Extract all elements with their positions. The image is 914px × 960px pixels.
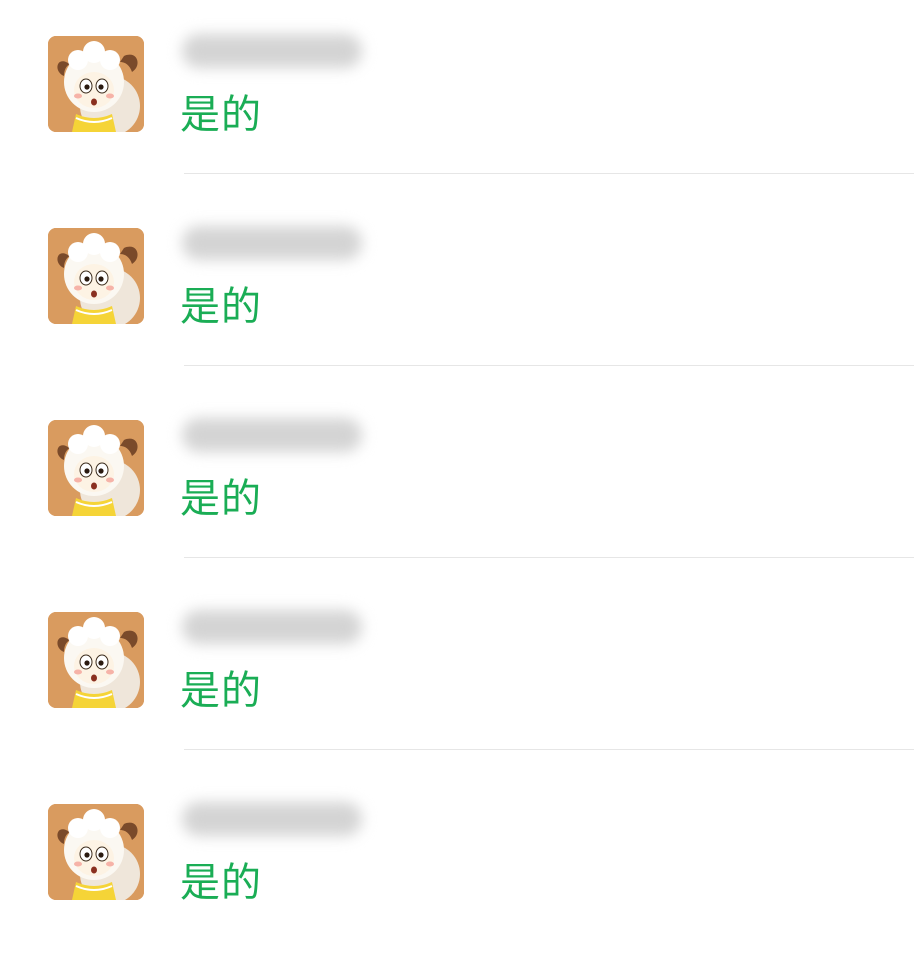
message-text: 是的 xyxy=(180,668,262,714)
message-text: 是的 xyxy=(180,92,262,138)
message-text: 是的 xyxy=(180,476,262,522)
cartoon-sheep-avatar-icon[interactable] xyxy=(48,420,144,516)
cartoon-sheep-avatar-icon[interactable] xyxy=(48,228,144,324)
list-item[interactable]: 是的 xyxy=(0,384,914,576)
divider xyxy=(184,365,914,366)
cartoon-sheep-avatar-icon[interactable] xyxy=(48,804,144,900)
list-item[interactable]: 是的 xyxy=(0,768,914,960)
cartoon-sheep-avatar-icon[interactable] xyxy=(48,612,144,708)
message-text: 是的 xyxy=(180,284,262,330)
message-text: 是的 xyxy=(180,860,262,906)
sender-name xyxy=(182,802,362,836)
sender-name xyxy=(182,226,362,260)
sender-name xyxy=(182,418,362,452)
list-item[interactable]: 是的 xyxy=(0,576,914,768)
sender-name xyxy=(182,34,362,68)
divider xyxy=(184,173,914,174)
list-item[interactable]: 是的 xyxy=(0,192,914,384)
message-list: 是的 是的 是的 是的 是的 xyxy=(0,0,914,933)
divider xyxy=(184,749,914,750)
cartoon-sheep-avatar-icon[interactable] xyxy=(48,36,144,132)
list-item[interactable]: 是的 xyxy=(0,0,914,192)
sender-name xyxy=(182,610,362,644)
divider xyxy=(184,557,914,558)
